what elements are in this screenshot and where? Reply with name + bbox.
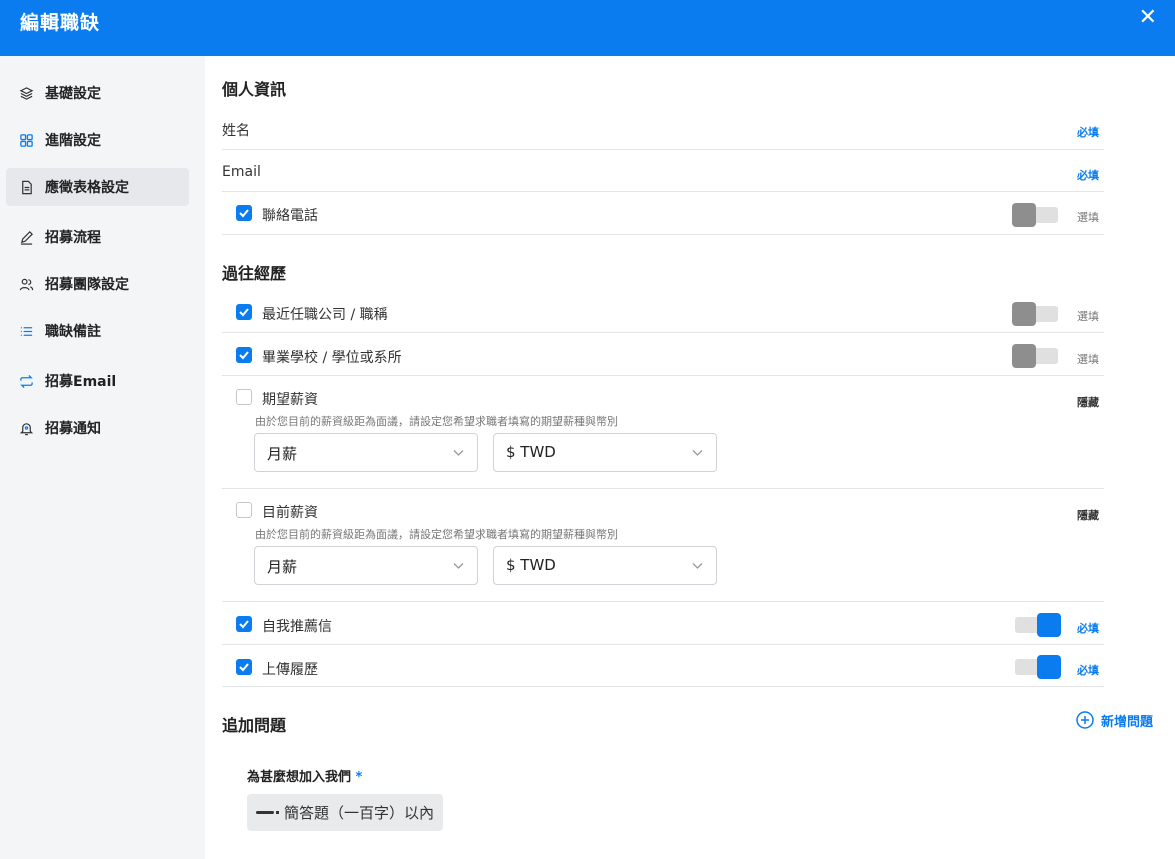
pencil-icon xyxy=(18,229,34,245)
phone-required-toggle[interactable] xyxy=(1012,203,1058,227)
status-badge: 隱藏 xyxy=(1077,509,1099,522)
sidebar-item-basic-settings[interactable]: 基礎設定 xyxy=(6,74,189,112)
field-label-cover-letter: 自我推薦信 xyxy=(262,619,332,635)
question-type-label: 簡答題（一百字）以內 xyxy=(284,804,435,822)
divider xyxy=(222,375,1104,376)
status-badge: 必填 xyxy=(1077,622,1099,635)
sidebar-item-label: 招募Email xyxy=(45,374,117,390)
divider xyxy=(222,149,1104,150)
question-type-chip[interactable]: 簡答題（一百字）以內 xyxy=(247,794,444,831)
sidebar-item-recruit-process[interactable]: 招募流程 xyxy=(6,218,189,256)
bell-icon xyxy=(18,420,34,436)
divider xyxy=(222,332,1104,333)
status-badge: 必填 xyxy=(1077,169,1099,182)
salary-hint: 由於您目前的薪資級距為面議，請設定您希望求職者填寫的期望薪種與幣別 xyxy=(255,528,618,541)
school-checkbox[interactable] xyxy=(236,347,252,363)
select-value: $ TWD xyxy=(506,443,556,461)
recent-company-required-toggle[interactable] xyxy=(1012,302,1058,326)
resume-checkbox[interactable] xyxy=(236,659,252,675)
check-icon xyxy=(239,351,249,360)
chevron-down-icon xyxy=(453,563,464,569)
salary-currency-select[interactable]: $ TWD xyxy=(493,546,717,585)
sidebar-item-label: 進階設定 xyxy=(45,133,101,149)
salary-period-select[interactable]: 月薪 xyxy=(254,546,478,585)
current-salary-checkbox[interactable] xyxy=(236,502,252,518)
phone-checkbox[interactable] xyxy=(236,205,252,221)
cover-letter-required-toggle[interactable] xyxy=(1015,613,1061,637)
required-mark: * xyxy=(355,770,363,785)
chevron-down-icon xyxy=(453,450,464,456)
school-required-toggle[interactable] xyxy=(1012,344,1058,368)
recent-company-checkbox[interactable] xyxy=(236,304,252,320)
modal-title: 編輯職缺 xyxy=(20,12,101,34)
sidebar-item-label: 招募流程 xyxy=(45,230,101,246)
divider xyxy=(222,601,1104,602)
sidebar-item-label: 基礎設定 xyxy=(45,86,101,102)
divider xyxy=(222,686,1104,687)
sidebar-item-team-settings[interactable]: 招募團隊設定 xyxy=(6,265,189,303)
sidebar-item-advanced-settings[interactable]: 進階設定 xyxy=(6,121,189,159)
field-label-school: 畢業學校 / 學位或系所 xyxy=(262,350,402,366)
expected-salary-checkbox[interactable] xyxy=(236,389,252,405)
status-badge: 選填 xyxy=(1077,211,1099,224)
cover-letter-checkbox[interactable] xyxy=(236,616,252,632)
question-title-text: 為甚麼想加入我們 xyxy=(247,770,352,785)
resume-required-toggle[interactable] xyxy=(1015,655,1061,679)
status-badge: 隱藏 xyxy=(1077,396,1099,409)
section-title-personal: 個人資訊 xyxy=(222,80,287,99)
chevron-down-icon xyxy=(692,563,703,569)
check-icon xyxy=(239,308,249,317)
select-value: 月薪 xyxy=(267,445,298,463)
field-label-name: 姓名 xyxy=(222,123,250,139)
section-title-experience: 過往經歷 xyxy=(222,264,287,283)
sidebar-item-label: 應徵表格設定 xyxy=(45,180,129,196)
document-icon xyxy=(18,179,34,195)
divider xyxy=(222,234,1104,235)
sidebar-item-job-notes[interactable]: 職缺備註 xyxy=(6,312,189,350)
field-label-phone: 聯絡電話 xyxy=(262,208,318,224)
salary-currency-select[interactable]: $ TWD xyxy=(493,433,717,472)
repeat-icon xyxy=(18,373,34,389)
divider xyxy=(222,644,1104,645)
sidebar-item-application-form[interactable]: 應徵表格設定 xyxy=(6,168,189,206)
sidebar: 基礎設定 進階設定 應徵表格設定 招募流程 招募團隊設定 職缺備註 招募Emai… xyxy=(0,56,205,859)
close-icon[interactable]: ✕ xyxy=(1139,5,1157,30)
check-icon xyxy=(239,209,249,218)
salary-hint: 由於您目前的薪資級距為面議，請設定您希望求職者填寫的期望薪種與幣別 xyxy=(255,415,618,428)
check-icon xyxy=(239,663,249,672)
select-value: $ TWD xyxy=(506,556,556,574)
form-settings-panel: 個人資訊 姓名 必填 Email 必填 聯絡電話 選填 過往經歷 最近任職公司 … xyxy=(222,56,1175,859)
question-title: 為甚麼想加入我們 * xyxy=(247,766,362,785)
status-badge: 必填 xyxy=(1077,664,1099,677)
list-icon xyxy=(18,323,34,339)
divider xyxy=(222,488,1104,489)
layers-icon xyxy=(18,85,34,101)
short-text-icon xyxy=(256,811,279,814)
field-label-resume: 上傳履歷 xyxy=(262,662,318,678)
sidebar-item-recruit-notification[interactable]: 招募通知 xyxy=(6,409,189,447)
salary-period-select[interactable]: 月薪 xyxy=(254,433,478,472)
status-badge: 必填 xyxy=(1077,126,1099,139)
select-value: 月薪 xyxy=(267,558,298,576)
sidebar-item-label: 職缺備註 xyxy=(45,324,101,340)
plus-circle-icon xyxy=(1076,711,1094,729)
add-question-label: 新增問題 xyxy=(1101,714,1154,730)
sidebar-item-recruit-email[interactable]: 招募Email xyxy=(6,362,189,400)
chevron-down-icon xyxy=(692,450,703,456)
add-question-button[interactable]: 新增問題 xyxy=(1075,710,1153,730)
field-label-current-salary: 目前薪資 xyxy=(262,505,318,521)
check-icon xyxy=(239,620,249,629)
field-label-email: Email xyxy=(222,164,261,180)
section-title-extra-questions: 追加問題 xyxy=(222,716,287,735)
modal-header: 編輯職缺 ✕ xyxy=(0,0,1175,56)
sidebar-item-label: 招募通知 xyxy=(45,421,101,437)
divider xyxy=(222,191,1104,192)
sidebar-item-label: 招募團隊設定 xyxy=(45,277,129,293)
field-label-recent-company: 最近任職公司 / 職稱 xyxy=(262,307,388,323)
status-badge: 選填 xyxy=(1077,310,1099,323)
field-label-expected-salary: 期望薪資 xyxy=(262,392,318,408)
grid-icon xyxy=(18,132,34,148)
users-icon xyxy=(18,276,34,292)
status-badge: 選填 xyxy=(1077,353,1099,366)
